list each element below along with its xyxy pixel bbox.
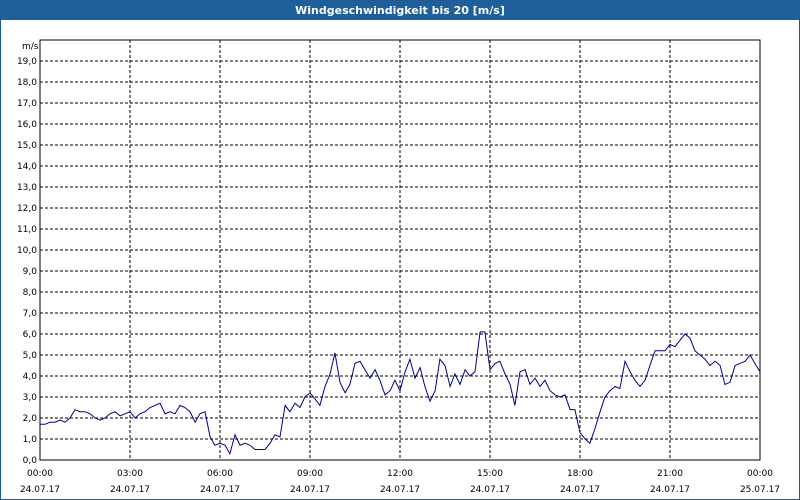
x-tick-date: 24.07.17 xyxy=(470,485,510,495)
y-tick-label: 17,0 xyxy=(17,99,37,109)
x-tick-time: 09:00 xyxy=(297,469,323,479)
y-tick-label: 12,0 xyxy=(17,204,37,214)
y-tick-label: 7,0 xyxy=(23,309,38,319)
y-tick-label: 13,0 xyxy=(17,183,37,193)
x-tick-time: 18:00 xyxy=(567,469,593,479)
y-tick-label: 1,0 xyxy=(23,435,38,445)
x-tick-date: 24.07.17 xyxy=(110,485,150,495)
x-tick-date: 24.07.17 xyxy=(650,485,690,495)
y-tick-label: 10,0 xyxy=(17,246,37,256)
y-tick-label: 18,0 xyxy=(17,78,37,88)
y-tick-label: 14,0 xyxy=(17,162,37,172)
y-tick-label: 0,0 xyxy=(23,456,38,466)
y-axis-label: m/s xyxy=(22,42,39,52)
y-tick-label: 6,0 xyxy=(23,330,38,340)
x-tick-date: 24.07.17 xyxy=(200,485,240,495)
y-tick-label: 8,0 xyxy=(23,288,38,298)
y-tick-label: 9,0 xyxy=(23,267,38,277)
x-tick-date: 24.07.17 xyxy=(290,485,330,495)
y-tick-label: 19,0 xyxy=(17,57,37,67)
x-tick-time: 03:00 xyxy=(117,469,143,479)
x-tick-date: 24.07.17 xyxy=(560,485,600,495)
y-tick-labels: 0,0 1,0 2,0 3,0 4,0 5,0 6,0 7,0 8,0 9,0 10,0 11,0 12… xyxy=(17,57,37,466)
x-tick-labels: 00:00 24.07.17 03:00 24.07.17 06:00 24.07.17 0… xyxy=(20,469,780,495)
y-tick-label: 5,0 xyxy=(23,351,38,361)
y-tick-label: 3,0 xyxy=(23,393,38,403)
x-tick-time: 21:00 xyxy=(657,469,683,479)
chart-area: 0,0 1,0 2,0 3,0 4,0 5,0 6,0 7,0 8,0 9,0 10,0 11,0 12… xyxy=(17,39,780,495)
x-tick-time: 15:00 xyxy=(477,469,503,479)
x-tick-date: 24.07.17 xyxy=(20,485,60,495)
x-tick-time: 00:00 xyxy=(747,469,773,479)
y-tick-label: 11,0 xyxy=(17,225,37,235)
y-tick-label: 2,0 xyxy=(23,414,38,424)
x-tick-date: 24.07.17 xyxy=(380,485,420,495)
y-tick-label: 4,0 xyxy=(23,372,38,382)
x-tick-time: 00:00 xyxy=(27,469,53,479)
y-tick-label: 15,0 xyxy=(17,141,37,151)
x-tick-time: 06:00 xyxy=(207,469,233,479)
x-tick-date: 25.07.17 xyxy=(740,485,780,495)
x-tick-time: 12:00 xyxy=(387,469,413,479)
y-tick-label: 16,0 xyxy=(17,120,37,130)
